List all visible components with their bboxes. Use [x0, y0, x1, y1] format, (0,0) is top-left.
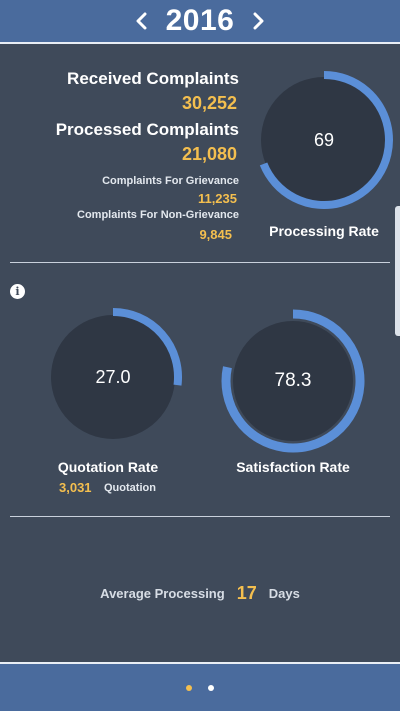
received-complaints-label: Received Complaints — [67, 69, 239, 88]
top-bar: 2016 — [0, 0, 400, 44]
year-title: 2016 — [165, 4, 235, 37]
processed-complaints-value: 21,080 — [181, 144, 237, 164]
non-grievance-label: Complaints For Non-Grievance — [77, 209, 239, 221]
non-grievance-value: 9,845 — [199, 227, 232, 242]
processing-rate-value: 69 — [313, 129, 335, 150]
processing-rate-gauge: 69 — [254, 70, 394, 210]
quotation-count: 3,031 — [59, 480, 92, 495]
satisfaction-rate-value: 78.3 — [274, 370, 312, 391]
processing-rate-label: Processing Rate — [269, 223, 379, 239]
section-divider — [10, 262, 390, 263]
processed-complaints-label: Processed Complaints — [55, 120, 239, 139]
satisfaction-rate-gauge: 78.3 — [220, 308, 366, 454]
next-year-button[interactable] — [244, 3, 272, 39]
previous-year-button[interactable] — [128, 3, 156, 39]
quotation-rate-label: Quotation Rate — [57, 459, 159, 475]
section-divider-2 — [10, 516, 390, 517]
quotation-rate-gauge: 27.0 — [43, 307, 183, 447]
average-processing-value: 17 — [236, 582, 257, 603]
average-processing-row: Average Processing 17 Days — [0, 581, 400, 605]
grievance-value: 11,235 — [197, 191, 237, 206]
bottom-pager-bar — [0, 662, 400, 711]
scrollbar-thumb[interactable] — [395, 206, 400, 336]
page-dot-1[interactable] — [186, 684, 192, 691]
page-dot-2[interactable] — [208, 684, 214, 691]
received-complaints-value: 30,252 — [181, 93, 237, 113]
chevron-right-icon — [253, 12, 264, 30]
satisfaction-rate-label: Satisfaction Rate — [236, 459, 350, 475]
dashboard-content[interactable]: Received Complaints 30,252 Processed Com… — [0, 46, 400, 662]
quotation-count-label: Quotation — [104, 482, 156, 494]
average-processing-label: Average Processing — [100, 585, 225, 601]
chevron-left-icon — [136, 12, 147, 30]
average-processing-unit: Days — [268, 585, 300, 601]
info-icon[interactable]: i — [10, 284, 25, 299]
quotation-rate-value: 27.0 — [95, 366, 131, 387]
grievance-label: Complaints For Grievance — [102, 175, 239, 187]
